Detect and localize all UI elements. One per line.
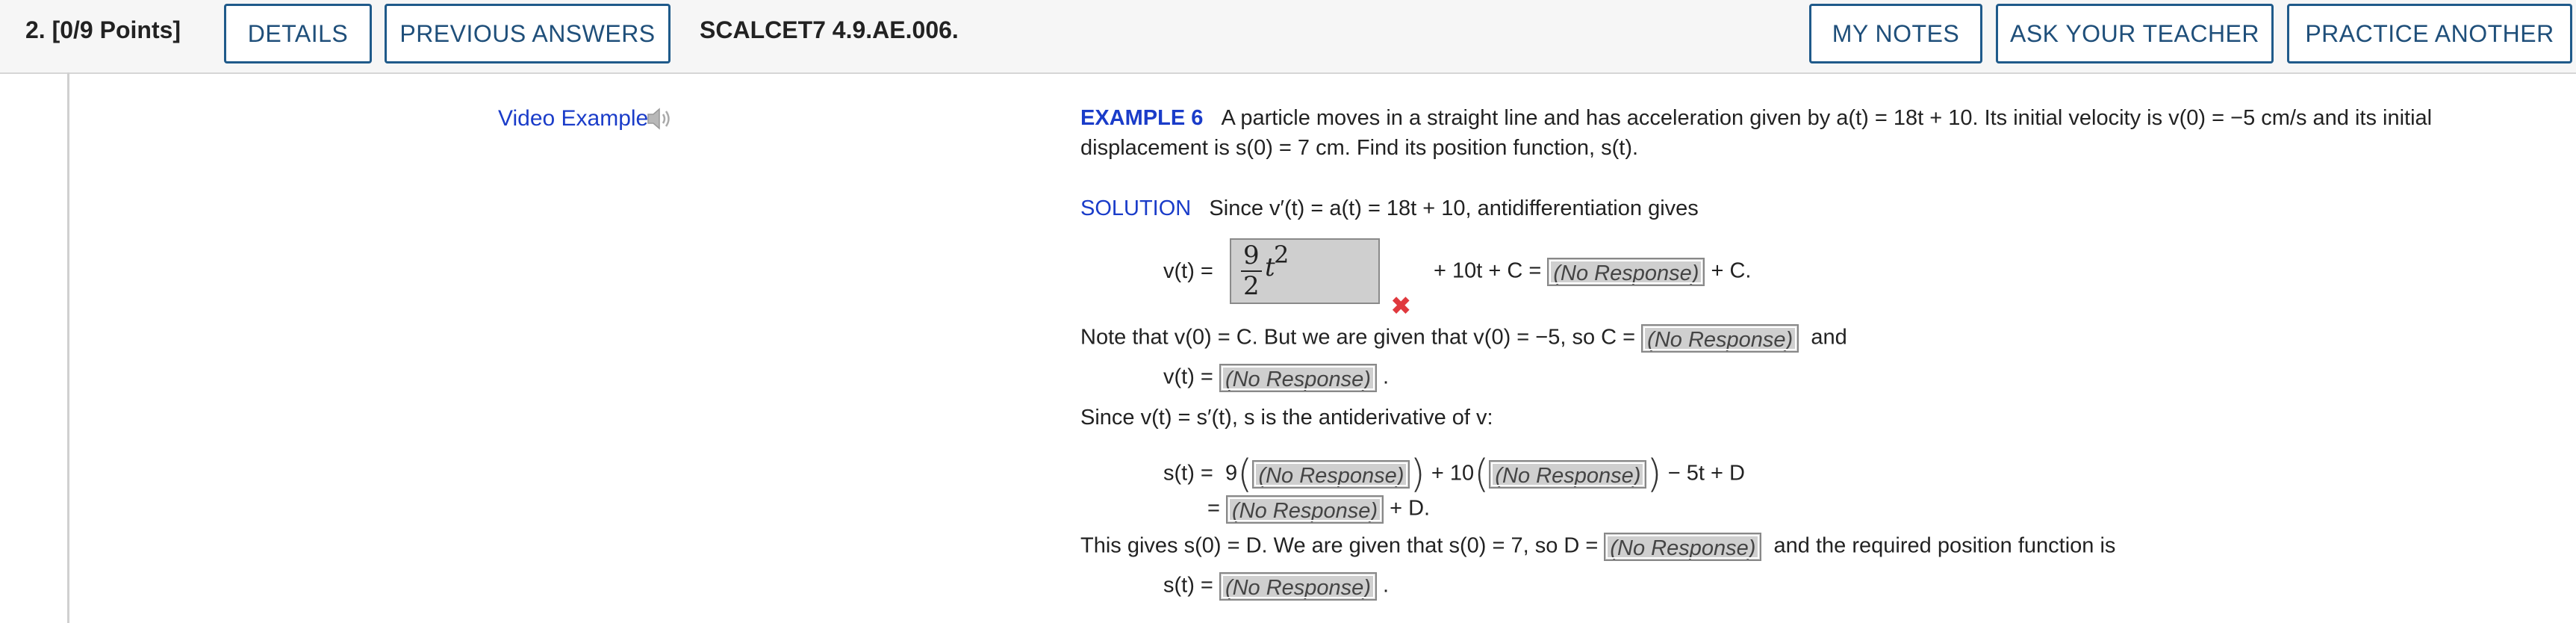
question-code: SCALCET7 4.9.AE.006. [700, 16, 959, 43]
example-label: EXAMPLE 6 [1080, 106, 1204, 130]
answer-exponent: 2 [1274, 241, 1289, 269]
vt-label: v(t) = [1163, 259, 1213, 283]
st-row: s(t) = 9((No Response)) + 10((No Respons… [1163, 452, 1745, 497]
speaker-icon[interactable] [645, 105, 675, 132]
vt-row-tail: + 10t + C = (No Response) + C. [1434, 258, 1752, 286]
vt-row-2: v(t) = (No Response) . [1163, 364, 1390, 392]
ask-your-teacher-button[interactable]: ASK YOUR TEACHER [1996, 4, 2274, 63]
previous-answers-button[interactable]: PREVIOUS ANSWERS [385, 4, 671, 63]
since-line: Since v(t) = s′(t), s is the antiderivat… [1080, 406, 1493, 430]
question-left-border [67, 72, 69, 623]
response-box-st-final[interactable]: (No Response) [1219, 572, 1377, 601]
st-final-row: s(t) = (No Response) . [1163, 572, 1390, 601]
response-box-st-2[interactable]: (No Response) [1489, 460, 1647, 489]
response-box-vt-c[interactable]: (No Response) [1547, 258, 1705, 286]
response-box-d[interactable]: (No Response) [1604, 533, 1762, 561]
st-row-2: = (No Response) + D. [1207, 495, 1431, 524]
my-notes-button[interactable]: MY NOTES [1809, 4, 1982, 63]
question-number: 2. [0/9 Points] [25, 16, 181, 43]
gives-line: This gives s(0) = D. We are given that s… [1080, 533, 2116, 561]
details-button[interactable]: DETAILS [224, 4, 372, 63]
answer-numerator: 9 [1243, 241, 1260, 270]
example-statement-line1: EXAMPLE 6 A particle moves in a straight… [1080, 106, 2433, 130]
practice-another-button[interactable]: PRACTICE ANOTHER [2287, 4, 2572, 63]
incorrect-x-icon: ✖ [1390, 292, 1412, 320]
response-box-st-3[interactable]: (No Response) [1226, 495, 1384, 524]
solution-label: SOLUTION [1080, 196, 1192, 220]
response-box-vt[interactable]: (No Response) [1219, 364, 1377, 392]
question-header: 2. [0/9 Points] DETAILS PREVIOUS ANSWERS… [0, 0, 2576, 74]
video-example-link[interactable]: Video Example [498, 106, 648, 131]
example-statement-line2: displacement is s(0) = 7 cm. Find its po… [1080, 136, 1639, 160]
answer-denominator: 2 [1243, 271, 1260, 301]
response-box-c[interactable]: (No Response) [1641, 324, 1799, 353]
points-badge: [0/9 Points] [52, 16, 181, 43]
response-box-st-1[interactable]: (No Response) [1252, 460, 1410, 489]
note-line: Note that v(0) = C. But we are given tha… [1080, 324, 1847, 353]
solution-intro: SOLUTION Since v′(t) = a(t) = 18t + 10, … [1080, 196, 1699, 220]
